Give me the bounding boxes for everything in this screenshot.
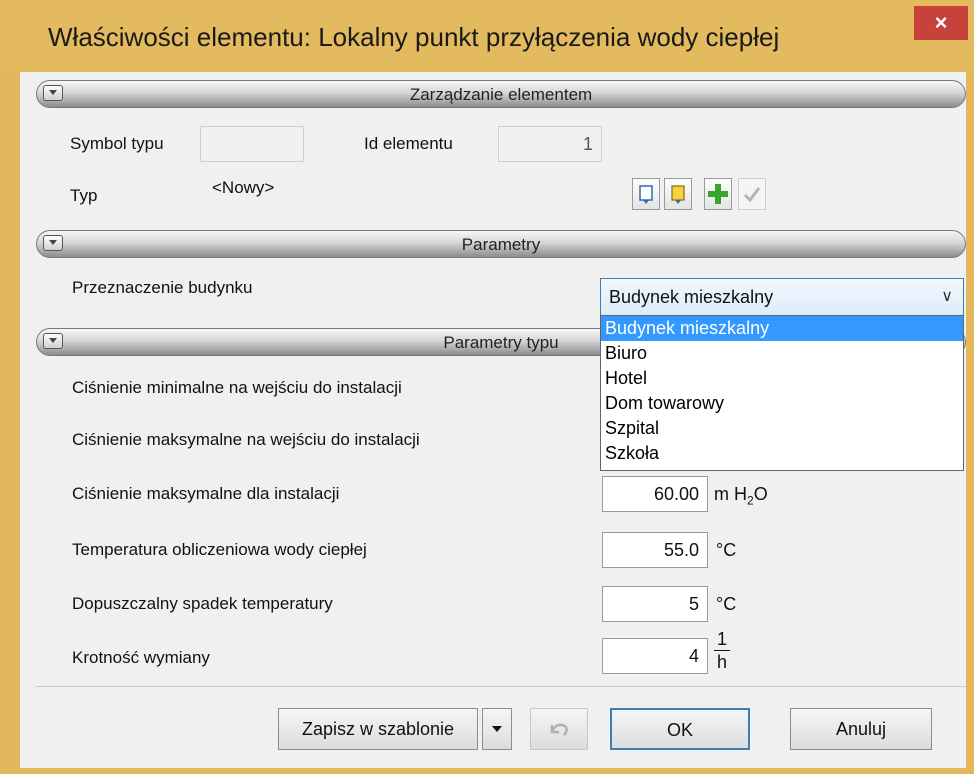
symbol-type-field <box>200 126 304 162</box>
dropdown-option[interactable]: Szkoła <box>601 441 963 466</box>
section-parameters-label: Parametry <box>461 235 541 254</box>
dialog-client: Zarządzanie elementem Symbol typu Id ele… <box>20 72 966 768</box>
save-template-button[interactable]: Zapisz w szablonie <box>278 708 478 750</box>
element-id-label: Id elementu <box>364 134 453 153</box>
exchange-rate-unit: 1 h <box>714 628 730 673</box>
dialog-window: Właściwości elementu: Lokalny punkt przy… <box>0 0 974 774</box>
chevron-down-icon: ∨ <box>941 288 953 305</box>
dropdown-option[interactable]: Hotel <box>601 366 963 391</box>
close-button[interactable]: × <box>914 6 968 40</box>
exchange-rate-label: Krotność wymiany <box>72 648 210 667</box>
dropdown-option[interactable]: Szpital <box>601 416 963 441</box>
symbol-type-label: Symbol typu <box>70 134 164 153</box>
exchange-rate-input[interactable]: 4 <box>602 638 708 674</box>
building-purpose-select[interactable]: Budynek mieszkalny ∨ <box>600 278 964 316</box>
yellow-document-arrow-icon[interactable] <box>664 178 692 210</box>
save-template-dropdown-button[interactable] <box>482 708 512 750</box>
min-pressure-label: Ciśnienie minimalne na wejściu do instal… <box>72 378 402 397</box>
ok-button[interactable]: OK <box>610 708 750 750</box>
element-id-field: 1 <box>498 126 602 162</box>
section-management-header[interactable]: Zarządzanie elementem <box>36 80 966 108</box>
dropdown-option[interactable]: Biuro <box>601 341 963 366</box>
footer-divider <box>36 686 966 687</box>
pressure-unit: m H2O <box>714 484 768 508</box>
title-bar[interactable]: Właściwości elementu: Lokalny punkt przy… <box>0 0 974 72</box>
document-arrow-icon[interactable] <box>632 178 660 210</box>
type-label: Typ <box>70 186 98 205</box>
add-plus-icon[interactable] <box>704 178 732 210</box>
temperature-drop-input[interactable]: 5 <box>602 586 708 622</box>
dropdown-option[interactable]: Budynek mieszkalny <box>601 316 963 341</box>
temperature-unit: °C <box>716 540 737 560</box>
type-value: <Nowy> <box>202 178 630 210</box>
max-input-pressure-label: Ciśnienie maksymalne na wejściu do insta… <box>72 430 420 449</box>
dropdown-option[interactable]: Dom towarowy <box>601 391 963 416</box>
window-title: Właściwości elementu: Lokalny punkt przy… <box>48 22 780 52</box>
temperature-drop-unit: °C <box>716 594 737 614</box>
temperature-drop-label: Dopuszczalny spadek temperatury <box>72 594 333 613</box>
design-temperature-input[interactable]: 55.0 <box>602 532 708 568</box>
max-install-pressure-input[interactable]: 60.00 <box>602 476 708 512</box>
building-purpose-selected-value: Budynek mieszkalny <box>609 287 774 307</box>
building-purpose-label: Przeznaczenie budynku <box>72 278 253 297</box>
check-icon[interactable] <box>738 178 766 210</box>
design-temperature-label: Temperatura obliczeniowa wody ciepłej <box>72 540 367 559</box>
undo-button[interactable] <box>530 708 588 750</box>
cancel-button[interactable]: Anuluj <box>790 708 932 750</box>
building-purpose-dropdown-list: Budynek mieszkalny Biuro Hotel Dom towar… <box>600 315 964 471</box>
section-management-label: Zarządzanie elementem <box>409 85 593 104</box>
max-install-pressure-label: Ciśnienie maksymalne dla instalacji <box>72 484 340 503</box>
section-parameters-header[interactable]: Parametry <box>36 230 966 258</box>
